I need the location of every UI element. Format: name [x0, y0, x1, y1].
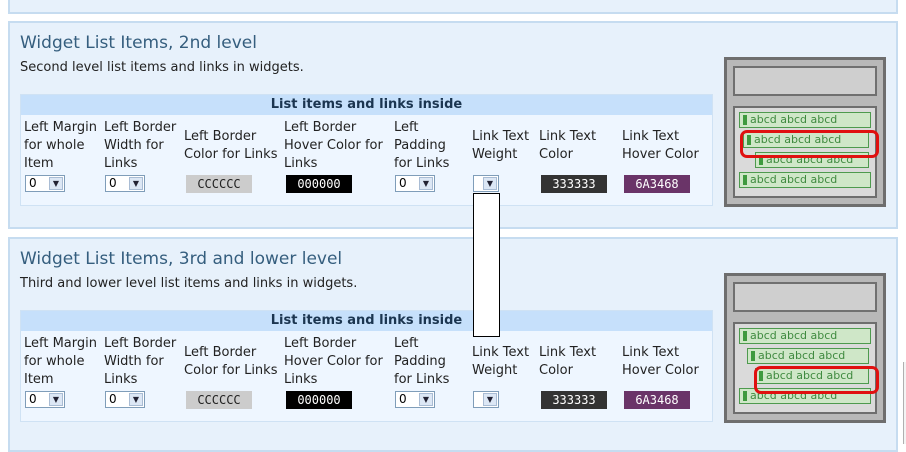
left-margin-select[interactable]: 0 ▼ — [25, 175, 65, 192]
section-description: Second level list items and links in wid… — [20, 60, 304, 75]
section-title: Widget List Items, 3rd and lower level — [20, 249, 343, 269]
label-left-border-hover-color: Left Border Hover Color for Links — [284, 336, 383, 387]
link-text-weight-select[interactable]: ▼ — [473, 175, 499, 192]
preview-widget-title — [733, 282, 877, 312]
label-left-margin: Left Margin for whole Item — [24, 336, 97, 387]
chevron-down-icon[interactable]: ▼ — [49, 393, 63, 406]
preview-highlight — [754, 366, 879, 394]
link-text-color-swatch[interactable]: 333333 — [541, 175, 607, 193]
label-link-text-weight: Link Text Weight — [472, 345, 530, 378]
options-table: List items and links inside Left Margin … — [20, 310, 713, 422]
section-description: Third and lower level list items and lin… — [20, 276, 358, 291]
chevron-down-icon[interactable]: ▼ — [419, 393, 433, 406]
preview-list-item: abcd abcd abcd — [739, 112, 871, 128]
chevron-down-icon[interactable]: ▼ — [49, 177, 63, 190]
left-padding-select[interactable]: 0 ▼ — [395, 391, 435, 408]
preview-list-item: abcd abcd abcd — [739, 172, 871, 188]
section-3rd-level: Widget List Items, 3rd and lower level T… — [8, 237, 898, 452]
link-text-weight-select[interactable]: ▼ — [473, 391, 499, 408]
left-border-color-swatch[interactable]: CCCCCC — [186, 175, 252, 193]
link-text-hover-color-swatch[interactable]: 6A3468 — [624, 175, 690, 193]
label-left-margin: Left Margin for whole Item — [24, 120, 97, 171]
preview-box: abcd abcd abcd abcd abcd abcd abcd abcd … — [724, 273, 886, 423]
preview-highlight — [740, 130, 879, 158]
label-left-border-color: Left Border Color for Links — [184, 345, 278, 378]
preview-widget-title — [733, 66, 877, 96]
label-link-text-weight: Link Text Weight — [472, 129, 530, 162]
section-2nd-level: Widget List Items, 2nd level Second leve… — [8, 21, 898, 229]
label-left-border-hover-color: Left Border Hover Color for Links — [284, 120, 383, 171]
label-link-text-hover-color: Link Text Hover Color — [622, 129, 699, 162]
left-padding-select[interactable]: 0 ▼ — [395, 175, 435, 192]
chevron-down-icon[interactable]: ▼ — [419, 177, 433, 190]
link-text-weight-dropdown-list[interactable] — [473, 193, 500, 337]
chevron-down-icon[interactable]: ▼ — [129, 177, 143, 190]
preview-list-item: abcd abcd abcd — [739, 328, 871, 344]
left-border-width-select[interactable]: 0 ▼ — [105, 175, 145, 192]
label-link-text-color: Link Text Color — [539, 129, 597, 162]
left-border-width-select[interactable]: 0 ▼ — [105, 391, 145, 408]
left-margin-select[interactable]: 0 ▼ — [25, 391, 65, 408]
left-border-hover-color-swatch[interactable]: 000000 — [286, 175, 352, 193]
section-title: Widget List Items, 2nd level — [20, 33, 257, 53]
table-header: List items and links inside — [21, 311, 712, 331]
label-left-padding: Left Padding for Links — [394, 336, 450, 387]
label-left-padding: Left Padding for Links — [394, 120, 450, 171]
label-link-text-color: Link Text Color — [539, 345, 597, 378]
chevron-down-icon[interactable]: ▼ — [483, 177, 497, 190]
label-left-border-width: Left Border Width for Links — [104, 336, 177, 387]
label-link-text-hover-color: Link Text Hover Color — [622, 345, 699, 378]
label-left-border-width: Left Border Width for Links — [104, 120, 177, 171]
table-header: List items and links inside — [21, 95, 712, 115]
chevron-down-icon[interactable]: ▼ — [483, 393, 497, 406]
label-left-border-color: Left Border Color for Links — [184, 129, 278, 162]
left-border-hover-color-swatch[interactable]: 000000 — [286, 391, 352, 409]
preview-list-item: abcd abcd abcd — [747, 348, 869, 364]
link-text-color-swatch[interactable]: 333333 — [541, 391, 607, 409]
chevron-down-icon[interactable]: ▼ — [129, 393, 143, 406]
previous-section-panel — [8, 0, 898, 14]
link-text-hover-color-swatch[interactable]: 6A3468 — [624, 391, 690, 409]
options-table: List items and links inside Left Margin … — [20, 94, 713, 206]
left-border-color-swatch[interactable]: CCCCCC — [186, 391, 252, 409]
